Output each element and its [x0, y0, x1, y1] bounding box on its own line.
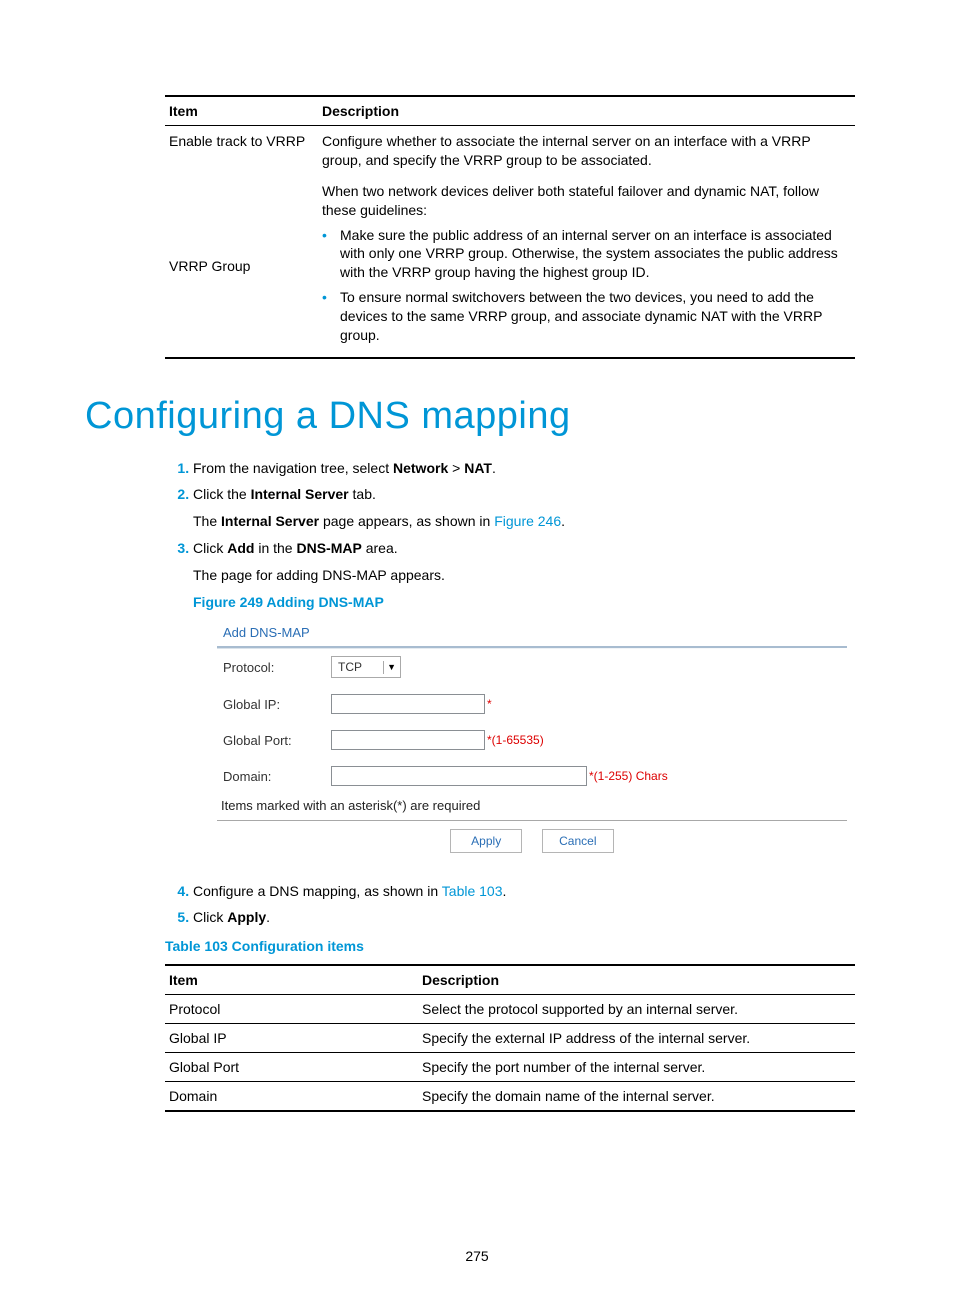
text: Click the	[193, 486, 251, 502]
text: .	[503, 883, 507, 899]
table-103: Item Description Protocol Select the pro…	[165, 964, 855, 1112]
cell-item: Protocol	[165, 994, 418, 1023]
chevron-down-icon: ▼	[383, 661, 396, 675]
row-domain: Domain: *(1-255) Chars	[217, 758, 847, 794]
figure-246-link[interactable]: Figure 246	[494, 513, 561, 529]
step-list: From the navigation tree, select Network…	[165, 458, 859, 928]
desc-line: Configure whether to associate the inter…	[322, 133, 810, 168]
col-desc-header: Description	[318, 96, 855, 126]
bullet-list: Make sure the public address of an inter…	[322, 226, 851, 345]
desc-line: When two network devices deliver both st…	[322, 182, 851, 220]
col-desc-header: Description	[418, 965, 855, 995]
global-port-label: Global Port:	[223, 731, 331, 751]
cell-item: Global Port	[165, 1052, 418, 1081]
text: Click	[193, 909, 227, 925]
text: .	[266, 909, 270, 925]
row-protocol: Protocol: TCP ▼	[217, 648, 847, 686]
table-row: Domain Specify the domain name of the in…	[165, 1081, 855, 1111]
table-103-link[interactable]: Table 103	[442, 883, 503, 899]
page-heading: Configuring a DNS mapping	[85, 395, 859, 438]
bold: NAT	[464, 460, 492, 476]
bold: Add	[227, 540, 254, 556]
cell-desc: Select the protocol supported by an inte…	[418, 994, 855, 1023]
table-row: Protocol Select the protocol supported b…	[165, 994, 855, 1023]
step-2: Click the Internal Server tab. The Inter…	[193, 484, 859, 532]
table-row: VRRP Group When two network devices deli…	[165, 176, 855, 358]
domain-label: Domain:	[223, 767, 331, 787]
text: The	[193, 513, 221, 529]
domain-input[interactable]	[331, 766, 587, 786]
step-5: Click Apply.	[193, 907, 859, 928]
text: tab.	[349, 486, 376, 502]
cell-desc: Specify the external IP address of the i…	[418, 1023, 855, 1052]
text: >	[448, 460, 464, 476]
cell-desc: When two network devices deliver both st…	[318, 176, 855, 358]
global-port-input[interactable]	[331, 730, 485, 750]
text: page appears, as shown in	[319, 513, 494, 529]
bold: Internal Server	[221, 513, 319, 529]
cell-item: Global IP	[165, 1023, 418, 1052]
cancel-button[interactable]: Cancel	[542, 829, 614, 853]
bullet-item: To ensure normal switchovers between the…	[322, 288, 851, 345]
figure-249-caption: Figure 249 Adding DNS-MAP	[193, 592, 859, 613]
step-4: Configure a DNS mapping, as shown in Tab…	[193, 881, 859, 902]
required-hint: *	[485, 695, 492, 713]
protocol-label: Protocol:	[223, 658, 331, 678]
page-number: 275	[0, 1248, 954, 1264]
cell-desc: Specify the domain name of the internal …	[418, 1081, 855, 1111]
text: .	[561, 513, 565, 529]
text: area.	[362, 540, 398, 556]
step-3: Click Add in the DNS-MAP area. The page …	[193, 538, 859, 855]
cell-item: Enable track to VRRP	[165, 126, 318, 176]
apply-button[interactable]: Apply	[450, 829, 522, 853]
add-dns-map-screenshot: Add DNS-MAP Protocol: TCP ▼ Global IP: *…	[217, 619, 847, 855]
protocol-select[interactable]: TCP ▼	[331, 656, 401, 678]
table-row: Global Port Specify the port number of t…	[165, 1052, 855, 1081]
text: in the	[254, 540, 296, 556]
panel-title: Add DNS-MAP	[217, 619, 847, 649]
table-row: Enable track to VRRP Configure whether t…	[165, 126, 855, 176]
text: The page for adding DNS-MAP appears.	[193, 565, 859, 586]
cell-desc: Configure whether to associate the inter…	[318, 126, 855, 176]
table-103-caption: Table 103 Configuration items	[165, 938, 859, 954]
cell-item: VRRP Group	[165, 176, 318, 358]
text: Configure a DNS mapping, as shown in	[193, 883, 442, 899]
bold: Internal Server	[251, 486, 349, 502]
global-ip-label: Global IP:	[223, 695, 331, 715]
required-hint: *(1-65535)	[485, 731, 544, 749]
cell-item: Domain	[165, 1081, 418, 1111]
row-global-ip: Global IP: *	[217, 686, 847, 722]
bold: DNS-MAP	[296, 540, 361, 556]
required-hint: *(1-255) Chars	[587, 767, 668, 785]
text: .	[492, 460, 496, 476]
bold: Network	[393, 460, 448, 476]
bullet-item: Make sure the public address of an inter…	[322, 226, 851, 283]
required-note: Items marked with an asterisk(*) are req…	[217, 794, 847, 821]
vrrp-table: Item Description Enable track to VRRP Co…	[165, 95, 855, 359]
select-value: TCP	[338, 658, 362, 676]
text: Click	[193, 540, 227, 556]
col-item-header: Item	[165, 96, 318, 126]
bold: Apply	[227, 909, 266, 925]
cell-desc: Specify the port number of the internal …	[418, 1052, 855, 1081]
step-1: From the navigation tree, select Network…	[193, 458, 859, 479]
button-row: Apply Cancel	[217, 821, 847, 855]
col-item-header: Item	[165, 965, 418, 995]
text: From the navigation tree, select	[193, 460, 393, 476]
global-ip-input[interactable]	[331, 694, 485, 714]
row-global-port: Global Port: *(1-65535)	[217, 722, 847, 758]
table-row: Global IP Specify the external IP addres…	[165, 1023, 855, 1052]
